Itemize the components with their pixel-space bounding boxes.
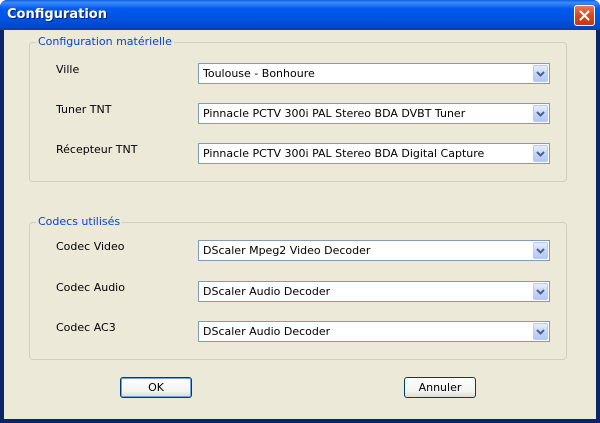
codec-audio-dropdown-button[interactable] — [533, 283, 548, 300]
chevron-down-icon — [536, 247, 545, 254]
chevron-down-icon — [536, 70, 545, 77]
codec-video-combobox[interactable]: DScaler Mpeg2 Video Decoder — [198, 240, 550, 261]
codecs-legend: Codecs utilisés — [36, 215, 123, 228]
ville-label: Ville — [56, 63, 80, 76]
close-button[interactable] — [574, 5, 595, 26]
codec-ac3-combobox[interactable]: DScaler Audio Decoder — [198, 321, 550, 342]
codec-ac3-dropdown-button[interactable] — [533, 323, 548, 340]
codec-audio-combobox[interactable]: DScaler Audio Decoder — [198, 281, 550, 302]
recepteur-tnt-combobox[interactable]: Pinnacle PCTV 300i PAL Stereo BDA Digita… — [198, 143, 550, 164]
ok-button[interactable]: OK — [120, 377, 192, 398]
codec-ac3-label: Codec AC3 — [56, 321, 116, 334]
dialog-body: Configuration matérielle Ville Toulouse … — [4, 30, 596, 419]
codec-audio-value: DScaler Audio Decoder — [203, 285, 331, 298]
chevron-down-icon — [536, 328, 545, 335]
ville-combobox[interactable]: Toulouse - Bonhoure — [198, 63, 550, 84]
codec-ac3-value: DScaler Audio Decoder — [203, 325, 331, 338]
close-icon — [579, 10, 590, 21]
codec-audio-label: Codec Audio — [56, 281, 125, 294]
ville-dropdown-button[interactable] — [533, 65, 548, 82]
recepteur-tnt-value: Pinnacle PCTV 300i PAL Stereo BDA Digita… — [203, 147, 485, 160]
tuner-tnt-combobox[interactable]: Pinnacle PCTV 300i PAL Stereo BDA DVBT T… — [198, 103, 550, 124]
chevron-down-icon — [536, 110, 545, 117]
tuner-tnt-value: Pinnacle PCTV 300i PAL Stereo BDA DVBT T… — [203, 107, 466, 120]
chevron-down-icon — [536, 150, 545, 157]
ville-value: Toulouse - Bonhoure — [203, 67, 315, 80]
codec-video-label: Codec Video — [56, 240, 125, 253]
title-bar[interactable]: Configuration — [0, 0, 600, 30]
configuration-window: Configuration Configuration matérielle V… — [0, 0, 600, 423]
codec-video-value: DScaler Mpeg2 Video Decoder — [203, 244, 371, 257]
cancel-button[interactable]: Annuler — [404, 377, 476, 398]
hardware-config-legend: Configuration matérielle — [36, 35, 174, 48]
recepteur-tnt-dropdown-button[interactable] — [533, 145, 548, 162]
tuner-tnt-dropdown-button[interactable] — [533, 105, 548, 122]
recepteur-tnt-label: Récepteur TNT — [56, 143, 138, 156]
window-title: Configuration — [7, 7, 107, 22]
codec-video-dropdown-button[interactable] — [533, 242, 548, 259]
chevron-down-icon — [536, 288, 545, 295]
tuner-tnt-label: Tuner TNT — [56, 103, 112, 116]
